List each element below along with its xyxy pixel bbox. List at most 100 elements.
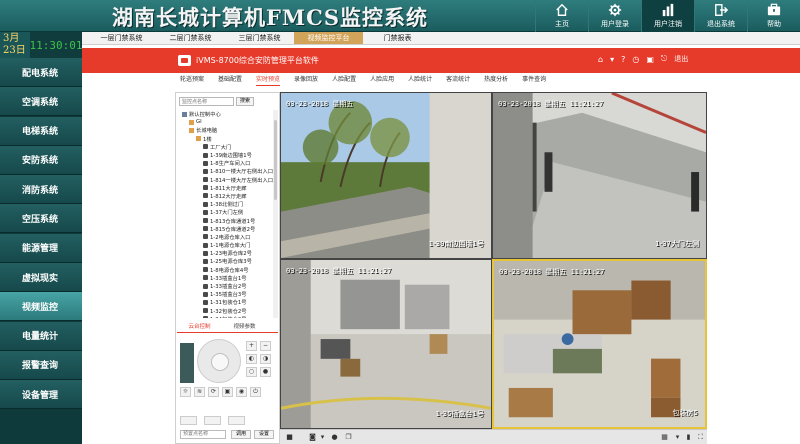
video-cell-4[interactable]: 03-23-2018 星期五 11:21:27 包装房5 xyxy=(492,259,707,429)
camera-search-input[interactable] xyxy=(179,97,234,106)
sidebar-item-power[interactable]: 配电系统 xyxy=(0,58,82,87)
focus-near-button[interactable]: ◐ xyxy=(246,354,257,364)
wiper-button[interactable]: ≋ xyxy=(194,387,205,397)
tree-camera-node[interactable]: 1-34包装仓3号 xyxy=(178,315,277,318)
tree-camera-node[interactable]: 1-8生产车间入口 xyxy=(178,159,277,167)
ptz-reset-button[interactable] xyxy=(228,416,245,425)
help-icon[interactable]: ? xyxy=(621,55,625,64)
iris-open-button[interactable]: ○ xyxy=(246,367,257,377)
sidebar-item-electricity[interactable]: 电量统计 xyxy=(0,321,82,351)
tab-floor2-access[interactable]: 二层门禁系统 xyxy=(156,32,225,44)
tab-floor3-access[interactable]: 三层门禁系统 xyxy=(225,32,294,44)
tree-camera-node[interactable]: 1-2电源仓库入口 xyxy=(178,233,277,241)
tree-camera-node[interactable]: 1-8电源仓库4号 xyxy=(178,266,277,274)
lock-icon[interactable]: ▣ xyxy=(646,55,654,64)
light-button[interactable]: ☼ xyxy=(180,387,191,397)
user-login-button[interactable]: 用户登录 xyxy=(588,0,641,32)
clock-icon[interactable]: ◷ xyxy=(632,55,639,64)
tree-camera-node[interactable]: 1-23电源仓库2号 xyxy=(178,249,277,257)
preset-select[interactable]: 预置点名称 xyxy=(180,430,226,439)
lock-icon[interactable]: ▣ xyxy=(222,387,233,397)
focus-far-button[interactable]: ◑ xyxy=(260,354,271,364)
tree-camera-node[interactable]: 1-31包装仓1号 xyxy=(178,298,277,306)
iris-close-button[interactable]: ● xyxy=(260,367,271,377)
ptz-direction-wheel[interactable] xyxy=(197,339,241,383)
tree-camera-node[interactable]: 1-33插盒台1号 xyxy=(178,274,277,282)
camera-icon[interactable]: ◙ xyxy=(308,433,317,441)
tab-video-platform[interactable]: 视频监控平台 xyxy=(294,32,363,44)
tab-face-stats[interactable]: 人脸统计 xyxy=(408,74,432,86)
chevron-down-icon[interactable]: ▾ xyxy=(318,433,327,441)
tab-heat-analysis[interactable]: 热度分析 xyxy=(484,74,508,86)
tree-camera-node[interactable]: 1-815仓库通道2号 xyxy=(178,225,277,233)
zoom-out-button[interactable]: − xyxy=(260,341,271,351)
power-button[interactable]: ⏻ xyxy=(250,387,261,397)
sidebar-item-alarm[interactable]: 报警查询 xyxy=(0,350,82,380)
exit-system-button[interactable]: 退出系统 xyxy=(694,0,747,32)
tab-playback[interactable]: 录像回放 xyxy=(294,74,318,86)
tree-camera-node[interactable]: 1-814一楼大厅左侧出入口 xyxy=(178,176,277,184)
search-button[interactable]: 搜索 xyxy=(236,97,254,106)
tab-face-config[interactable]: 人脸配置 xyxy=(332,74,356,86)
ptz-lock-button[interactable] xyxy=(180,416,197,425)
tab-face-apply[interactable]: 人脸应用 xyxy=(370,74,394,86)
logout-icon[interactable]: ⎋ xyxy=(661,54,667,64)
tree-camera-node[interactable]: 1-810一楼大厅右侧出入口 xyxy=(178,167,277,175)
preset-set-button[interactable]: 设置 xyxy=(254,430,274,439)
tree-camera-node[interactable]: 1-25电源仓库3号 xyxy=(178,257,277,265)
tab-basic-config[interactable]: 基础配置 xyxy=(218,74,242,86)
tree-camera-node[interactable]: 1-35插盒台3号 xyxy=(178,290,277,298)
sidebar-item-vr[interactable]: 虚拟现实 xyxy=(0,263,82,293)
user-logout-button[interactable]: 用户注销 xyxy=(641,0,694,32)
stop-all-icon[interactable]: ■ xyxy=(285,433,294,441)
tree-camera-node[interactable]: 1-812大厅走廊 xyxy=(178,192,277,200)
tree-folder-node[interactable]: GI xyxy=(178,118,277,126)
sidebar-item-video[interactable]: 视频监控 xyxy=(0,292,82,322)
preset-call-button[interactable]: 调用 xyxy=(231,430,251,439)
fullscreen-icon[interactable]: ⛶ xyxy=(696,433,705,441)
tab-patrol-plan[interactable]: 轮巡预案 xyxy=(180,74,204,86)
ptz-center-button[interactable] xyxy=(204,416,221,425)
ptz-speed-slider[interactable] xyxy=(180,343,194,383)
tree-camera-node[interactable]: 1-813仓库通道1号 xyxy=(178,216,277,225)
layout-grid-icon[interactable]: ▦ xyxy=(660,433,669,441)
tree-folder-node[interactable]: 1楼 xyxy=(178,135,277,143)
video-cell-2[interactable]: 03-23-2018 星期五 11:21:27 1-37大门左侧 xyxy=(492,92,707,259)
tree-camera-node[interactable]: 1-811大厅走廊 xyxy=(178,184,277,192)
video-cell-1[interactable]: 03-23-2018 星期五 1-39南边围墙1号 xyxy=(280,92,492,259)
tree-scrollbar[interactable] xyxy=(273,110,278,318)
tab-access-report[interactable]: 门禁报表 xyxy=(363,32,432,44)
record-button[interactable]: ◉ xyxy=(236,387,247,397)
sidebar-item-air-compressor[interactable]: 空压系统 xyxy=(0,204,82,234)
logout-link[interactable]: 退出 xyxy=(674,54,688,64)
home-icon[interactable]: ⌂ xyxy=(598,55,603,64)
chevron-down-icon[interactable]: ▾ xyxy=(673,433,682,441)
sidebar-item-elevator[interactable]: 电梯系统 xyxy=(0,116,82,146)
sidebar-item-energy[interactable]: 能源管理 xyxy=(0,233,82,263)
copy-icon[interactable]: ❐ xyxy=(344,433,353,441)
tree-folder-node[interactable]: 默认控制中心 xyxy=(178,110,277,118)
tab-floor1-access[interactable]: 一层门禁系统 xyxy=(87,32,156,44)
tree-camera-node[interactable]: 1-1电源仓库大门 xyxy=(178,241,277,249)
tab-passenger-stats[interactable]: 客流统计 xyxy=(446,74,470,86)
help-button[interactable]: 帮助 xyxy=(747,0,800,32)
sidebar-item-hvac[interactable]: 空调系统 xyxy=(0,87,82,117)
record-icon[interactable]: ● xyxy=(330,433,339,441)
sidebar-item-fire[interactable]: 消防系统 xyxy=(0,175,82,205)
zoom-in-button[interactable]: + xyxy=(246,341,257,351)
tree-camera-node[interactable]: 1-37大门左侧 xyxy=(178,208,277,216)
tree-camera-node[interactable]: 1-39南边围墙1号 xyxy=(178,151,277,159)
tree-camera-node[interactable]: 1-38北侧过门 xyxy=(178,200,277,208)
tree-camera-node[interactable]: 工厂大门 xyxy=(178,143,277,151)
tab-live-preview[interactable]: 实时预览 xyxy=(256,74,281,86)
home-button[interactable]: 主页 xyxy=(535,0,588,32)
sidebar-item-security[interactable]: 安防系统 xyxy=(0,145,82,175)
bar-chart-icon[interactable]: ▮ xyxy=(684,433,693,441)
sidebar-item-device[interactable]: 设备管理 xyxy=(0,380,82,410)
tree-folder-node[interactable]: 长城电脑 xyxy=(178,126,277,134)
tab-event-query[interactable]: 事件查询 xyxy=(522,74,546,86)
video-cell-3[interactable]: 03-23-2018 星期五 11:21:27 1-35插盒台1号 xyxy=(280,259,492,429)
tree-camera-node[interactable]: 1-32包装仓2号 xyxy=(178,307,277,315)
chevron-down-icon[interactable]: ▾ xyxy=(610,55,614,64)
auto-scan-button[interactable]: ⟳ xyxy=(208,387,219,397)
